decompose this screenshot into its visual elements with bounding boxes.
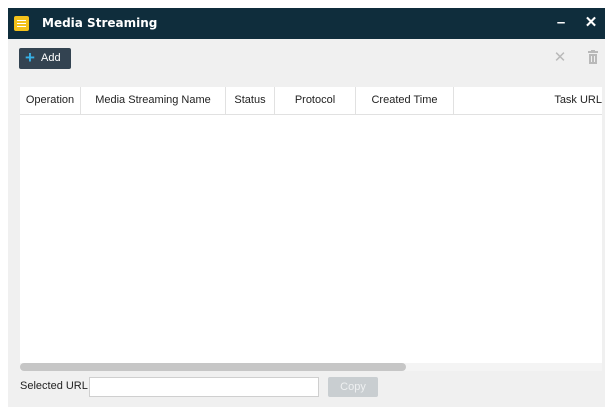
selected-url-field[interactable] [89, 377, 319, 397]
close-icon[interactable]: ✕ [552, 50, 568, 66]
column-header-status[interactable]: Status [226, 87, 275, 114]
minimize-button[interactable]: – [551, 13, 571, 33]
trash-icon[interactable] [585, 50, 601, 66]
title-bar[interactable]: Media Streaming – ✕ [8, 8, 605, 39]
column-header-task-url[interactable]: Task URL [454, 87, 602, 114]
streaming-table: Operation Media Streaming Name Status Pr… [20, 87, 602, 371]
add-button-label: Add [41, 52, 61, 64]
copy-button[interactable]: Copy [328, 377, 378, 397]
column-header-operation[interactable]: Operation [20, 87, 81, 114]
column-header-media-streaming-name[interactable]: Media Streaming Name [81, 87, 226, 114]
close-button[interactable]: ✕ [581, 13, 601, 33]
column-header-protocol[interactable]: Protocol [275, 87, 356, 114]
app-icon [14, 16, 29, 31]
plus-icon: + [25, 48, 35, 67]
column-header-created-time[interactable]: Created Time [356, 87, 454, 114]
selected-url-label: Selected URL [20, 380, 88, 392]
scrollbar-thumb[interactable] [20, 363, 406, 371]
add-button[interactable]: + Add [19, 48, 71, 69]
media-streaming-window: Media Streaming – ✕ + Add ✕ Operation Me… [8, 8, 605, 407]
window-title: Media Streaming [42, 16, 158, 30]
table-header: Operation Media Streaming Name Status Pr… [20, 87, 602, 115]
horizontal-scrollbar[interactable] [20, 363, 602, 371]
